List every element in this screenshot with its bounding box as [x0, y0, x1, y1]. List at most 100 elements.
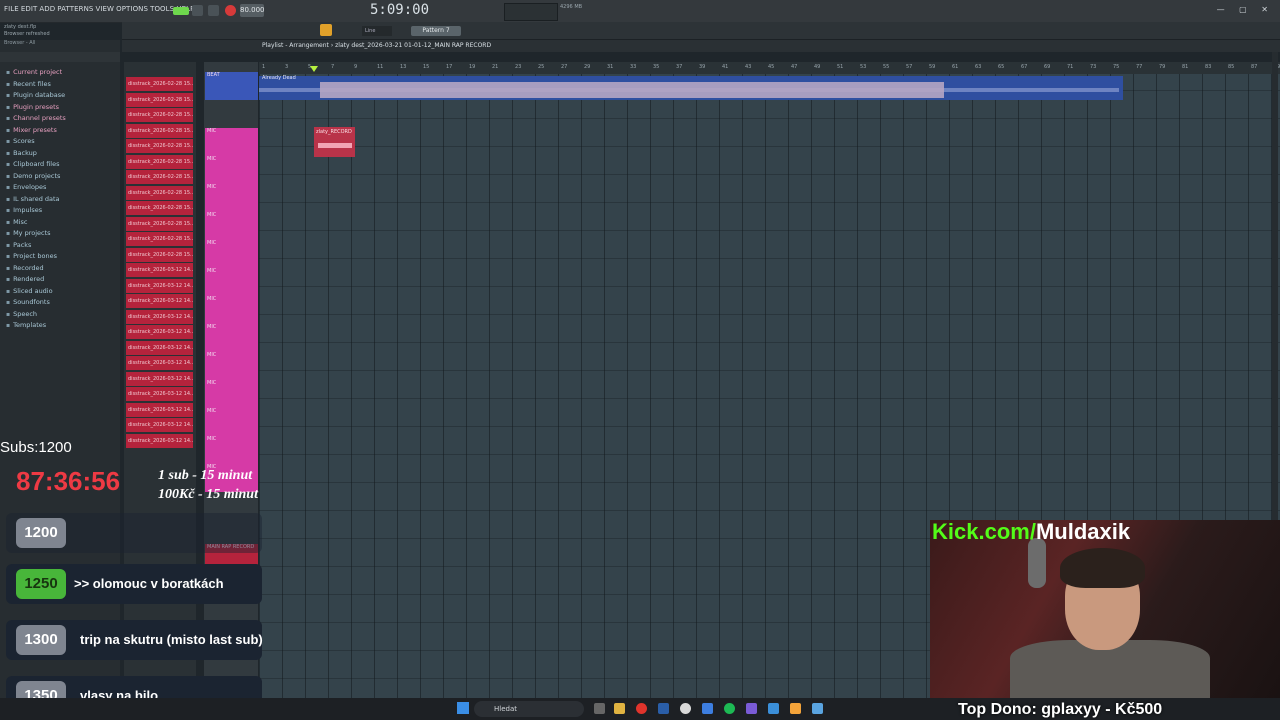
- browser-item[interactable]: ▪ Templates: [6, 321, 46, 329]
- clip-source-item[interactable]: disstrack_2026-03-12 14..: [126, 356, 193, 370]
- playhead-marker[interactable]: [310, 66, 318, 72]
- browser-item[interactable]: ▪ Channel presets: [6, 114, 66, 122]
- clip-source-item[interactable]: disstrack_2026-02-28 15..: [126, 154, 193, 169]
- menu-item-add[interactable]: ADD: [39, 5, 55, 13]
- track-header-mic[interactable]: MIC: [205, 352, 258, 380]
- track-header-mic[interactable]: MIC: [205, 156, 258, 184]
- playlist-title: Playlist - Arrangement › zlaty dest_2026…: [262, 42, 492, 49]
- track-header-mic[interactable]: MIC: [205, 324, 258, 352]
- track-header-mic[interactable]: MIC: [205, 408, 258, 436]
- spotify-icon[interactable]: [724, 703, 735, 714]
- clip-source-item[interactable]: disstrack_2026-03-12 14..: [126, 402, 193, 417]
- clip-source-item[interactable]: disstrack_2026-02-28 15..: [126, 139, 193, 153]
- secondary-toolbar: [122, 22, 1280, 40]
- clip-source-item[interactable]: disstrack_2026-02-28 15..: [126, 92, 193, 107]
- record-button[interactable]: [225, 5, 236, 16]
- browser-item[interactable]: ▪ Packs: [6, 241, 31, 249]
- menu-item-options[interactable]: OPTIONS: [116, 5, 148, 13]
- stop-button[interactable]: [208, 5, 219, 16]
- task-view-icon[interactable]: [594, 703, 605, 714]
- play-button[interactable]: [192, 5, 203, 16]
- clip-source-item[interactable]: disstrack_2026-03-12 14..: [126, 433, 193, 448]
- magnet-icon[interactable]: [320, 24, 332, 36]
- app-icon-2[interactable]: [702, 703, 713, 714]
- browser-item[interactable]: ▪ Rendered: [6, 275, 44, 283]
- browser-item[interactable]: ▪ Current project: [6, 68, 62, 76]
- clip-source-item[interactable]: disstrack_2026-03-12 14..: [126, 340, 193, 355]
- browser-item[interactable]: ▪ IL shared data: [6, 195, 60, 203]
- track-header-beat[interactable]: BEAT: [205, 72, 258, 100]
- kick-prefix: Kick.com/: [932, 519, 1036, 544]
- browser-item[interactable]: ▪ Recent files: [6, 80, 51, 88]
- ruler-bar-number: 41: [722, 64, 729, 70]
- track-header-mic[interactable]: MIC: [205, 268, 258, 296]
- discord-icon[interactable]: [746, 703, 757, 714]
- track-header-mic[interactable]: MIC: [205, 380, 258, 408]
- clip-source-item[interactable]: disstrack_2026-02-28 15..: [126, 185, 193, 200]
- tempo-display[interactable]: 80.000: [240, 4, 265, 17]
- clip-source-item[interactable]: disstrack_2026-02-28 15..: [126, 77, 193, 91]
- browser-item[interactable]: ▪ Plugin database: [6, 91, 65, 99]
- clip-source-item[interactable]: disstrack_2026-02-28 15..: [126, 170, 193, 184]
- browser-item[interactable]: ▪ Backup: [6, 149, 37, 157]
- app-icon-4[interactable]: [812, 703, 823, 714]
- opera-icon[interactable]: [636, 703, 647, 714]
- ruler-bar-number: 71: [1067, 64, 1074, 70]
- pattern-selector[interactable]: Pattern 7: [411, 26, 461, 36]
- app-icon-3[interactable]: [768, 703, 779, 714]
- track-header-mic[interactable]: MIC: [205, 436, 258, 464]
- browser-item[interactable]: ▪ Project bones: [6, 252, 57, 260]
- browser-item[interactable]: ▪ Mixer presets: [6, 126, 57, 134]
- pattern-song-toggle[interactable]: [173, 7, 189, 15]
- menu-item-file[interactable]: FILE: [4, 5, 19, 13]
- clip-source-item[interactable]: disstrack_2026-03-12 14..: [126, 325, 193, 339]
- window-controls[interactable]: — ▢ ✕: [1217, 5, 1274, 14]
- browser-item[interactable]: ▪ Clipboard files: [6, 160, 59, 168]
- folder-icon: ▪: [6, 322, 11, 329]
- browser-item[interactable]: ▪ Scores: [6, 137, 35, 145]
- windows-start-icon[interactable]: [457, 702, 469, 714]
- ruler-bar-number: 31: [607, 64, 614, 70]
- browser-item[interactable]: ▪ Misc: [6, 218, 27, 226]
- browser-item[interactable]: ▪ My projects: [6, 229, 51, 237]
- menu-item-tools[interactable]: TOOLS: [150, 5, 174, 13]
- clip-source-item[interactable]: disstrack_2026-02-28 15..: [126, 247, 193, 262]
- browser-item[interactable]: ▪ Impulses: [6, 206, 42, 214]
- track-header-mic[interactable]: MIC: [205, 184, 258, 212]
- clip-source-item[interactable]: disstrack_2026-03-12 14..: [126, 387, 193, 401]
- browser-item[interactable]: ▪ Sliced audio: [6, 287, 53, 295]
- ruler-bar-number: 49: [814, 64, 821, 70]
- app-icon[interactable]: [658, 703, 669, 714]
- menu-item-edit[interactable]: EDIT: [21, 5, 38, 13]
- track-header-mic[interactable]: MIC: [205, 240, 258, 268]
- clip-source-item[interactable]: disstrack_2026-02-28 15..: [126, 216, 193, 231]
- browser-item[interactable]: ▪ Envelopes: [6, 183, 46, 191]
- browser-item[interactable]: ▪ Soundfonts: [6, 298, 50, 306]
- browser-item[interactable]: ▪ Demo projects: [6, 172, 60, 180]
- clip-source-item[interactable]: disstrack_2026-03-12 14..: [126, 371, 193, 386]
- clip-source-item[interactable]: disstrack_2026-02-28 15..: [126, 108, 193, 122]
- browser-item[interactable]: ▪ Recorded: [6, 264, 44, 272]
- menu-item-view[interactable]: VIEW: [95, 5, 114, 13]
- clip-source-item[interactable]: disstrack_2026-03-12 14..: [126, 418, 193, 432]
- clip-source-item[interactable]: disstrack_2026-03-12 14..: [126, 263, 193, 277]
- track-header-mic[interactable]: MIC: [205, 296, 258, 324]
- track-header-mic[interactable]: MIC: [205, 212, 258, 240]
- file-explorer-icon[interactable]: [614, 703, 625, 714]
- ruler-bar-number: 51: [837, 64, 844, 70]
- folder-icon: ▪: [6, 218, 11, 226]
- snap-select[interactable]: Line: [362, 26, 392, 36]
- clip-source-item[interactable]: disstrack_2026-02-28 15..: [126, 201, 193, 215]
- clip-source-item[interactable]: disstrack_2026-03-12 14..: [126, 309, 193, 324]
- taskbar-search[interactable]: Hledat: [474, 701, 584, 717]
- clip-source-item[interactable]: disstrack_2026-03-12 14..: [126, 294, 193, 308]
- fl-studio-icon[interactable]: [790, 703, 801, 714]
- clip-source-item[interactable]: disstrack_2026-02-28 15..: [126, 232, 193, 246]
- menu-item-patterns[interactable]: PATTERNS: [57, 5, 93, 13]
- clip-source-item[interactable]: disstrack_2026-03-12 14..: [126, 278, 193, 293]
- track-header-mic[interactable]: MIC: [205, 128, 258, 156]
- browser-item[interactable]: ▪ Speech: [6, 310, 37, 318]
- clip-source-item[interactable]: disstrack_2026-02-28 15..: [126, 123, 193, 138]
- chrome-icon[interactable]: [680, 703, 691, 714]
- browser-item[interactable]: ▪ Plugin presets: [6, 103, 59, 111]
